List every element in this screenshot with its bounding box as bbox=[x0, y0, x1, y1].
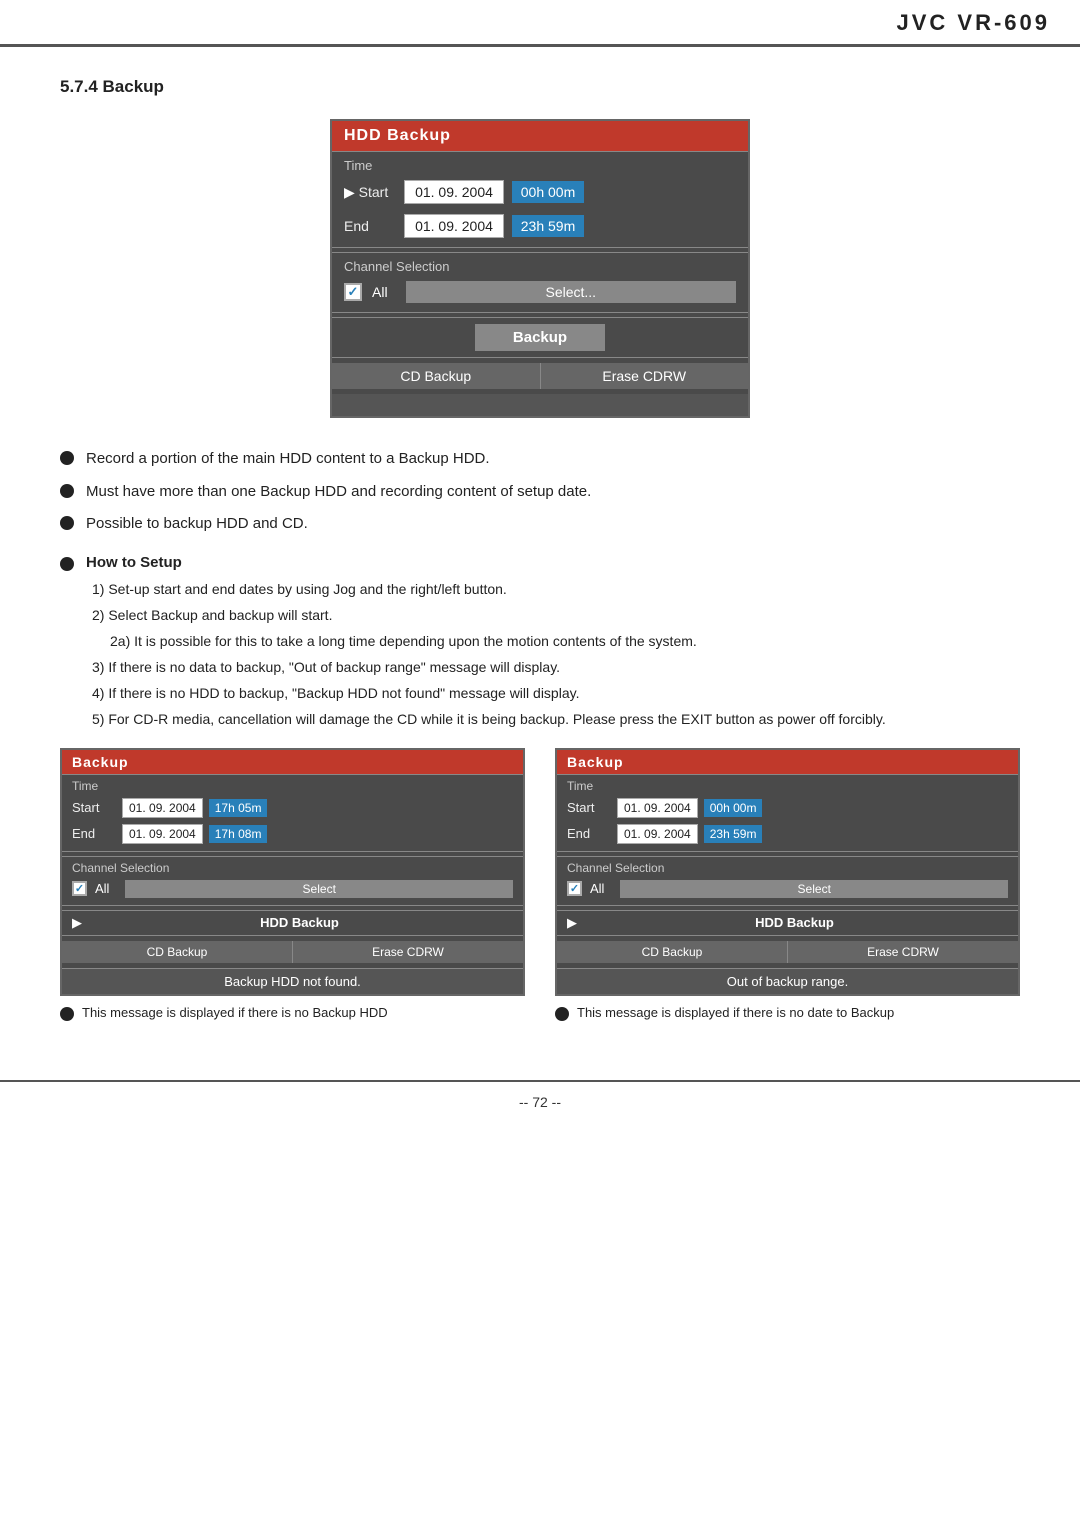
left-start-row: Start 01. 09. 2004 17h 05m bbox=[62, 795, 523, 821]
select-button[interactable]: Select... bbox=[406, 281, 736, 303]
start-label: Start bbox=[344, 184, 396, 201]
right-all-label: All bbox=[590, 881, 604, 896]
left-start-date[interactable]: 01. 09. 2004 bbox=[122, 798, 203, 818]
left-end-date[interactable]: 01. 09. 2004 bbox=[122, 824, 203, 844]
backup-button[interactable]: Backup bbox=[475, 324, 605, 351]
start-time: 00h 00m bbox=[512, 181, 584, 203]
bullet-list: Record a portion of the main HDD content… bbox=[60, 448, 1020, 536]
right-end-label: End bbox=[567, 826, 611, 841]
left-bottom-row: CD Backup Erase CDRW bbox=[62, 936, 523, 968]
left-hdd-backup-label: HDD Backup bbox=[86, 915, 513, 930]
left-select-button[interactable]: Select bbox=[125, 880, 513, 898]
right-panel-col: Backup Time Start 01. 09. 2004 00h 00m E… bbox=[555, 748, 1020, 1022]
left-caption-icon bbox=[60, 1007, 74, 1021]
left-start-label: Start bbox=[72, 800, 116, 815]
right-panel: Backup Time Start 01. 09. 2004 00h 00m E… bbox=[555, 748, 1020, 996]
right-time-label: Time bbox=[557, 774, 1018, 795]
how-to-heading: How to Setup bbox=[60, 554, 1020, 571]
left-panel: Backup Time Start 01. 09. 2004 17h 05m E… bbox=[60, 748, 525, 996]
right-end-time: 23h 59m bbox=[704, 825, 763, 843]
right-arrow-icon: ▶ bbox=[567, 915, 577, 931]
backup-row: Backup bbox=[332, 317, 748, 358]
right-erase-button[interactable]: Erase CDRW bbox=[788, 941, 1018, 963]
channel-row: ✓ All Select... bbox=[332, 276, 748, 308]
right-end-row: End 01. 09. 2004 23h 59m bbox=[557, 821, 1018, 847]
all-checkbox[interactable]: ✓ bbox=[344, 283, 362, 301]
left-hdd-backup-row: ▶ HDD Backup bbox=[62, 910, 523, 936]
end-label: End bbox=[344, 218, 396, 234]
right-hdd-backup-row: ▶ HDD Backup bbox=[557, 910, 1018, 936]
right-all-checkbox[interactable]: ✓ bbox=[567, 881, 582, 896]
bullet-item-1: Record a portion of the main HDD content… bbox=[60, 448, 1020, 471]
right-start-date[interactable]: 01. 09. 2004 bbox=[617, 798, 698, 818]
section-heading: 5.7.4 Backup bbox=[60, 77, 1020, 97]
left-all-checkbox[interactable]: ✓ bbox=[72, 881, 87, 896]
top-bar: JVC VR-609 bbox=[0, 0, 1080, 47]
main-content: 5.7.4 Backup HDD Backup Time Start 01. 0… bbox=[0, 47, 1080, 1070]
left-erase-button[interactable]: Erase CDRW bbox=[293, 941, 523, 963]
left-end-row: End 01. 09. 2004 17h 08m bbox=[62, 821, 523, 847]
left-channel-row: ✓ All Select bbox=[62, 877, 523, 901]
time-section-label: Time bbox=[332, 151, 748, 175]
step-5: 5) For CD-R media, cancellation will dam… bbox=[88, 709, 1020, 730]
right-panel-title: Backup bbox=[557, 750, 1018, 774]
right-cd-backup-button[interactable]: CD Backup bbox=[557, 941, 788, 963]
bullet-icon-1 bbox=[60, 451, 74, 465]
right-select-button[interactable]: Select bbox=[620, 880, 1008, 898]
left-arrow-icon: ▶ bbox=[72, 915, 82, 931]
bullet-icon-3 bbox=[60, 516, 74, 530]
end-row: End 01. 09. 2004 23h 59m bbox=[332, 209, 748, 243]
left-end-label: End bbox=[72, 826, 116, 841]
step-1: 1) Set-up start and end dates by using J… bbox=[88, 579, 1020, 600]
left-panel-col: Backup Time Start 01. 09. 2004 17h 05m E… bbox=[60, 748, 525, 1022]
right-caption-icon bbox=[555, 1007, 569, 1021]
main-panel-title: HDD Backup bbox=[332, 121, 748, 151]
left-start-time: 17h 05m bbox=[209, 799, 268, 817]
left-message: Backup HDD not found. bbox=[62, 968, 523, 994]
step-3: 3) If there is no data to backup, "Out o… bbox=[88, 657, 1020, 678]
left-channel-label: Channel Selection bbox=[62, 856, 523, 877]
cd-backup-button[interactable]: CD Backup bbox=[332, 363, 541, 389]
step-2a: 2a) It is possible for this to take a lo… bbox=[88, 631, 1020, 652]
how-to-bullet-icon bbox=[60, 557, 74, 571]
main-hdd-panel: HDD Backup Time Start 01. 09. 2004 00h 0… bbox=[330, 119, 750, 418]
right-caption: This message is displayed if there is no… bbox=[555, 1004, 1020, 1022]
right-channel-label: Channel Selection bbox=[557, 856, 1018, 877]
left-end-time: 17h 08m bbox=[209, 825, 268, 843]
right-hdd-backup-label: HDD Backup bbox=[581, 915, 1008, 930]
left-panel-title: Backup bbox=[62, 750, 523, 774]
right-start-row: Start 01. 09. 2004 00h 00m bbox=[557, 795, 1018, 821]
bullet-item-3: Possible to backup HDD and CD. bbox=[60, 513, 1020, 536]
right-start-time: 00h 00m bbox=[704, 799, 763, 817]
setup-steps: 1) Set-up start and end dates by using J… bbox=[88, 579, 1020, 730]
step-4: 4) If there is no HDD to backup, "Backup… bbox=[88, 683, 1020, 704]
end-time: 23h 59m bbox=[512, 215, 584, 237]
left-all-label: All bbox=[95, 881, 109, 896]
left-cd-backup-button[interactable]: CD Backup bbox=[62, 941, 293, 963]
start-row: Start 01. 09. 2004 00h 00m bbox=[332, 175, 748, 209]
erase-button[interactable]: Erase CDRW bbox=[541, 363, 749, 389]
bullet-item-2: Must have more than one Backup HDD and r… bbox=[60, 481, 1020, 504]
bullet-icon-2 bbox=[60, 484, 74, 498]
start-date[interactable]: 01. 09. 2004 bbox=[404, 180, 504, 204]
right-start-label: Start bbox=[567, 800, 611, 815]
right-message: Out of backup range. bbox=[557, 968, 1018, 994]
left-caption: This message is displayed if there is no… bbox=[60, 1004, 525, 1022]
page-title: JVC VR-609 bbox=[896, 10, 1050, 36]
right-bottom-row: CD Backup Erase CDRW bbox=[557, 936, 1018, 968]
all-label: All bbox=[372, 284, 388, 300]
end-date[interactable]: 01. 09. 2004 bbox=[404, 214, 504, 238]
page-footer: -- 72 -- bbox=[0, 1080, 1080, 1122]
empty-row bbox=[332, 394, 748, 416]
right-end-date[interactable]: 01. 09. 2004 bbox=[617, 824, 698, 844]
channel-section-label: Channel Selection bbox=[332, 252, 748, 276]
two-panels: Backup Time Start 01. 09. 2004 17h 05m E… bbox=[60, 748, 1020, 1022]
step-2: 2) Select Backup and backup will start. bbox=[88, 605, 1020, 626]
left-time-label: Time bbox=[62, 774, 523, 795]
right-channel-row: ✓ All Select bbox=[557, 877, 1018, 901]
bottom-row: CD Backup Erase CDRW bbox=[332, 358, 748, 394]
page-number: -- 72 -- bbox=[519, 1094, 561, 1110]
